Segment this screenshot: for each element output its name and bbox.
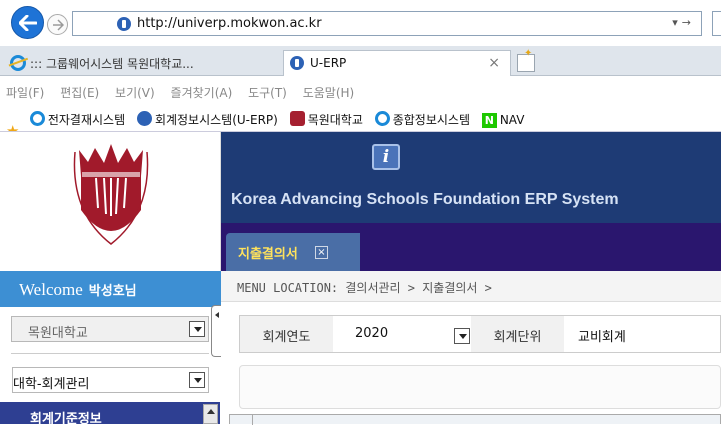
address-bar-row: http://univerp.mokwon.ac.kr ▾→	[0, 0, 721, 46]
tab-label: ::: 그룹웨어시스템 목원대학교...	[30, 57, 194, 71]
favorites-bar: ★ 전자결재시스템 회계정보시스템(U-ERP) 목원대학교 종합정보시스템 N…	[0, 104, 721, 132]
main-content: MENU LOCATION: 결의서관리 > 지출결의서 > 회계연도 2020…	[221, 271, 721, 425]
divider	[11, 353, 209, 354]
fav-label: 전자결재시스템	[47, 113, 126, 127]
chevron-down-icon[interactable]	[189, 321, 205, 337]
fav-accounting-system[interactable]: 회계정보시스템(U-ERP)	[135, 104, 278, 128]
chevron-down-icon[interactable]	[189, 372, 205, 388]
ie-icon	[10, 55, 26, 71]
menu-group-label: 회계기준정보	[30, 412, 102, 427]
favorites-star-button[interactable]: ★	[4, 117, 22, 132]
browser-menu-bar: 파일(F) 편집(E) 보기(V) 즐겨찾기(A) 도구(T) 도움말(H)	[0, 77, 721, 104]
ie-icon	[374, 111, 390, 126]
welcome-banner: Welcome 박성호님	[0, 271, 221, 307]
work-tabs-bar: 지출결의서 ×	[221, 223, 721, 271]
back-button[interactable]	[11, 6, 44, 39]
menu-favorites[interactable]: 즐겨찾기(A)	[171, 77, 233, 101]
ie-icon	[29, 111, 45, 126]
accounting-unit-value[interactable]: 교비회계	[564, 316, 721, 352]
fav-label: 종합정보시스템	[392, 113, 470, 127]
fiscal-year-value: 2020	[355, 326, 389, 341]
organization-select-value: 목원대학교	[28, 326, 88, 341]
browser-tab-strip: ::: 그룹웨어시스템 목원대학교... U-ERP ×	[0, 46, 721, 76]
star-icon: ★	[6, 122, 20, 132]
menu-view[interactable]: 보기(V)	[115, 77, 155, 101]
url-controls[interactable]: ▾→	[672, 16, 695, 29]
fav-approval-system[interactable]: 전자결재시스템	[28, 104, 125, 128]
action-toolbar	[239, 365, 721, 409]
user-name: 박성호님	[88, 284, 137, 299]
fav-university[interactable]: 목원대학교	[288, 104, 363, 128]
info-icon[interactable]: i	[372, 144, 400, 170]
system-title: Korea Advancing Schools Foundation ERP S…	[231, 191, 619, 208]
browser-tab-uerp[interactable]: U-ERP ×	[283, 50, 511, 76]
sidebar: Welcome 박성호님 목원대학교 대학-회계관리 회계기준정보	[0, 271, 221, 427]
breadcrumb-text: MENU LOCATION: 결의서관리 > 지출결의서 >	[237, 281, 492, 295]
welcome-text: Welcome	[19, 280, 83, 299]
chevron-down-icon[interactable]	[454, 328, 470, 344]
university-logo[interactable]	[0, 132, 221, 271]
sidebar-scroll-up[interactable]	[203, 404, 218, 424]
erp-icon	[290, 56, 304, 70]
fiscal-year-label: 회계연도	[240, 316, 333, 352]
search-condition-row: 회계연도 2020 회계단위 교비회계	[239, 315, 721, 353]
erp-icon	[136, 111, 152, 126]
module-select-value: 대학-회계관리	[13, 377, 90, 392]
data-grid-header	[229, 414, 721, 425]
new-tab-button[interactable]	[517, 48, 535, 72]
close-tab-icon[interactable]: ×	[488, 55, 500, 71]
fav-label: 회계정보시스템(U-ERP)	[154, 113, 278, 127]
work-tab-label: 지출결의서	[238, 247, 298, 262]
breadcrumb: MENU LOCATION: 결의서관리 > 지출결의서 >	[221, 271, 721, 302]
menu-edit[interactable]: 편집(E)	[60, 77, 99, 101]
fav-info-system[interactable]: 종합정보시스템	[373, 104, 470, 128]
module-select[interactable]: 대학-회계관리	[12, 367, 209, 393]
url-text: http://univerp.mokwon.ac.kr	[137, 16, 322, 31]
menu-tools[interactable]: 도구(T)	[248, 77, 287, 101]
university-icon	[289, 111, 305, 126]
menu-help[interactable]: 도움말(H)	[303, 77, 355, 101]
forward-button[interactable]	[47, 14, 68, 35]
system-title-bar: i Korea Advancing Schools Foundation ERP…	[221, 132, 721, 223]
back-arrow-icon	[19, 15, 37, 31]
site-icon	[117, 17, 131, 31]
menu-file[interactable]: 파일(F)	[6, 77, 44, 101]
url-field[interactable]: http://univerp.mokwon.ac.kr ▾→	[72, 11, 702, 36]
browser-tab-groupware[interactable]: ::: 그룹웨어시스템 목원대학교...	[4, 50, 281, 76]
fav-label: NAV	[499, 113, 525, 127]
tab-label: U-ERP	[310, 56, 347, 70]
tab-expense-resolution[interactable]: 지출결의서 ×	[226, 233, 360, 271]
mokwon-emblem-icon	[73, 144, 149, 245]
close-icon[interactable]: ×	[315, 246, 328, 259]
search-box-edge[interactable]	[712, 11, 721, 36]
erp-header: i Korea Advancing Schools Foundation ERP…	[0, 132, 721, 271]
fiscal-year-select[interactable]: 2020	[333, 316, 471, 352]
organization-select[interactable]: 목원대학교	[11, 316, 209, 342]
accounting-unit-label: 회계단위	[471, 316, 564, 352]
menu-group-header[interactable]: 회계기준정보	[0, 402, 220, 427]
fav-naver[interactable]: N NAV	[480, 106, 525, 128]
naver-icon: N	[481, 113, 497, 128]
forward-arrow-icon	[53, 19, 64, 31]
fav-label: 목원대학교	[307, 113, 363, 127]
